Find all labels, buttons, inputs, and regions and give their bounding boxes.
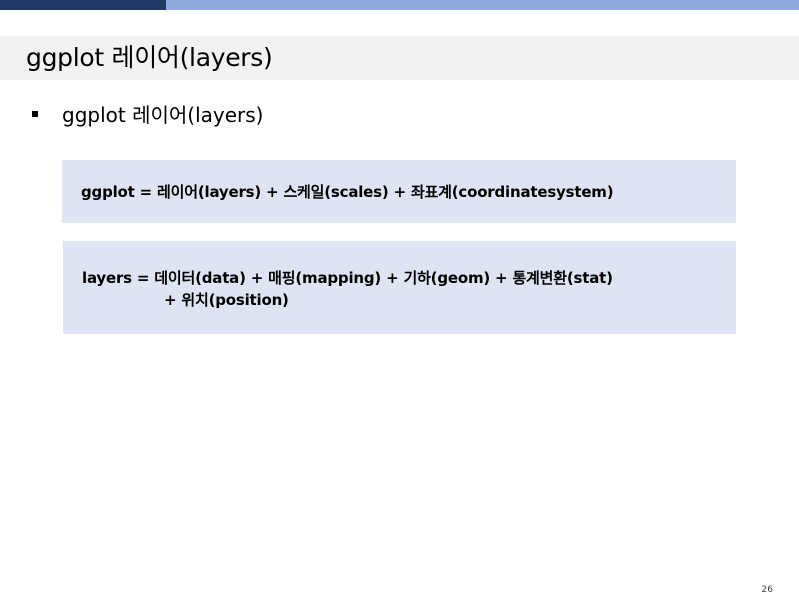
- top-accent-bar-dark: [0, 0, 166, 10]
- page-title: ggplot 레이어(layers): [26, 43, 273, 72]
- layers-formula-line-2: + 위치(position): [164, 291, 289, 309]
- bullet-marker: [32, 111, 38, 117]
- top-accent-bar-light: [166, 0, 799, 10]
- page-number: 26: [761, 585, 773, 595]
- bullet-text: ggplot 레이어(layers): [62, 103, 264, 127]
- layers-formula-line-1: layers = 데이터(data) + 매핑(mapping) + 기하(ge…: [82, 269, 613, 287]
- ggplot-formula: ggplot = 레이어(layers) + 스케일(scales) + 좌표계…: [81, 183, 614, 201]
